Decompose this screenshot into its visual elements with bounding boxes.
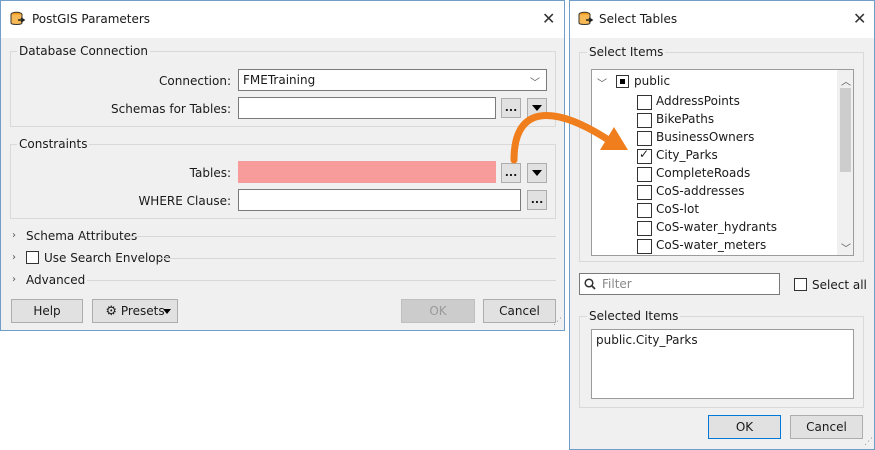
tree-items-container: AddressPoints BikePaths BusinessOwners ✓ Cit…: [637, 92, 837, 255]
triangle-down-icon: [532, 105, 542, 111]
divider: [129, 236, 556, 237]
tables-dropdown-button[interactable]: [527, 163, 547, 183]
select-tables-title: Select Tables: [599, 12, 678, 26]
where-browse-button[interactable]: ...: [527, 190, 547, 210]
tree-item-checkbox[interactable]: [637, 113, 652, 128]
scroll-down-icon[interactable]: ﹀: [841, 240, 851, 255]
tree-item[interactable]: CoS-water_hydrants: [637, 218, 837, 236]
help-button[interactable]: Help: [11, 299, 83, 323]
tables-browse-button[interactable]: ...: [501, 163, 521, 183]
divider: [159, 258, 556, 259]
tree-item[interactable]: BikePaths: [637, 110, 837, 128]
tree-item-checkbox[interactable]: [637, 221, 652, 236]
tree-item-checkbox[interactable]: [637, 185, 652, 200]
resize-grip[interactable]: ⋰: [864, 437, 873, 447]
tree-item-checkbox[interactable]: [637, 203, 652, 218]
selected-items-label: Selected Items: [587, 309, 681, 323]
partial-check-indicator: [620, 79, 625, 84]
presets-label: Presets: [120, 304, 165, 318]
tree-item-checkbox[interactable]: [637, 239, 652, 254]
chevron-down-icon[interactable]: ﹀: [597, 75, 607, 90]
filter-placeholder: Filter: [602, 277, 632, 291]
schema-attributes-section[interactable]: Schema Attributes: [26, 229, 137, 243]
tree-item-label[interactable]: CoS-lot: [656, 202, 699, 216]
selected-item-value: public.City_Parks: [596, 333, 698, 347]
filter-input[interactable]: Filter: [579, 273, 780, 295]
tree-item[interactable]: ✓ City_Parks: [637, 146, 837, 164]
chevron-right-icon[interactable]: ›: [12, 230, 16, 241]
postgis-database-icon: [10, 11, 26, 25]
tree-item-checkbox[interactable]: [637, 131, 652, 146]
tree-item-label[interactable]: CoS-water_hydrants: [656, 220, 777, 234]
tree-item[interactable]: AddressPoints: [637, 92, 837, 110]
where-clause-label: WHERE Clause:: [138, 194, 231, 208]
search-envelope-label[interactable]: Use Search Envelope: [44, 251, 171, 265]
tree-item[interactable]: CoS-lot: [637, 200, 837, 218]
close-icon[interactable]: ✕: [542, 9, 555, 28]
table-tree[interactable]: ﹀ public AddressPoints BikePaths BusinessO…: [591, 69, 854, 256]
tables-label: Tables:: [189, 166, 231, 180]
tree-item-checkbox[interactable]: ✓: [637, 147, 652, 164]
dialog-title: PostGIS Parameters: [32, 12, 151, 26]
advanced-section[interactable]: Advanced: [26, 273, 85, 287]
tree-item-label[interactable]: BikePaths: [656, 112, 714, 126]
tree-item-label[interactable]: CompleteRoads: [656, 166, 750, 180]
tree-item-label[interactable]: CoS-addresses: [656, 184, 744, 198]
select-tables-cancel-button[interactable]: Cancel: [790, 415, 863, 439]
public-node-label[interactable]: public: [634, 74, 670, 88]
triangle-down-icon: [532, 170, 542, 176]
schemas-browse-button[interactable]: ...: [501, 98, 521, 118]
connection-value: FMETraining: [243, 73, 316, 87]
tree-item[interactable]: CompleteRoads: [637, 164, 837, 182]
ok-button[interactable]: OK: [401, 299, 475, 323]
database-connection-label: Database Connection: [17, 44, 150, 58]
select-tables-dialog: Select Tables ✕ Select Items ﹀ public Ad…: [569, 0, 875, 450]
select-tables-ok-button[interactable]: OK: [708, 415, 781, 439]
connection-label: Connection:: [159, 74, 231, 88]
schemas-label: Schemas for Tables:: [111, 102, 231, 116]
tree-item[interactable]: CoS-addresses: [637, 182, 837, 200]
select-items-label: Select Items: [587, 45, 666, 59]
scroll-up-icon[interactable]: ︿: [841, 73, 851, 88]
tree-item-label[interactable]: AddressPoints: [656, 94, 740, 108]
postgis-parameters-dialog: PostGIS Parameters ✕ Database Connection…: [0, 0, 565, 331]
tree-item[interactable]: BusinessOwners: [637, 128, 837, 146]
search-icon: [584, 278, 596, 290]
chevron-right-icon[interactable]: ›: [12, 252, 16, 263]
connection-select[interactable]: FMETraining ﹀: [238, 69, 547, 91]
tree-item[interactable]: CoS-water_meters: [637, 236, 837, 254]
divider: [87, 280, 556, 281]
tree-item-label[interactable]: CoS-water_meters: [656, 238, 766, 252]
presets-button[interactable]: ⚙ Presets: [92, 299, 178, 323]
schemas-dropdown-button[interactable]: [527, 98, 547, 118]
checkmark-icon: ✓: [639, 147, 650, 161]
search-envelope-checkbox[interactable]: [26, 251, 39, 264]
schemas-input[interactable]: [238, 97, 496, 119]
tree-item-label[interactable]: City_Parks: [656, 148, 718, 162]
selected-items-box[interactable]: public.City_Parks: [591, 329, 854, 399]
select-tables-database-icon: [578, 11, 594, 25]
tree-item-label[interactable]: BusinessOwners: [656, 130, 754, 144]
tables-input[interactable]: [238, 161, 496, 183]
chevron-right-icon[interactable]: ›: [12, 274, 16, 285]
close-icon[interactable]: ✕: [853, 9, 866, 28]
tree-scrollbar[interactable]: ︿ ﹀: [837, 70, 853, 255]
constraints-label: Constraints: [17, 137, 90, 151]
resize-grip[interactable]: ⋰: [553, 317, 562, 327]
gear-icon: ⚙: [105, 304, 118, 319]
tree-item-checkbox[interactable]: [637, 167, 652, 182]
triangle-down-icon: [163, 309, 171, 314]
select-tables-title-bar: Select Tables ✕: [570, 1, 874, 38]
select-all-label[interactable]: Select all: [812, 278, 867, 292]
postgis-title-bar: PostGIS Parameters ✕: [1, 1, 564, 38]
public-checkbox[interactable]: [616, 75, 629, 88]
scrollbar-thumb[interactable]: [840, 88, 851, 172]
cancel-button[interactable]: Cancel: [483, 299, 556, 323]
where-clause-input[interactable]: [238, 189, 521, 211]
tree-item-checkbox[interactable]: [637, 95, 652, 110]
chevron-down-icon: ﹀: [530, 78, 540, 89]
select-all-checkbox[interactable]: [794, 278, 807, 291]
